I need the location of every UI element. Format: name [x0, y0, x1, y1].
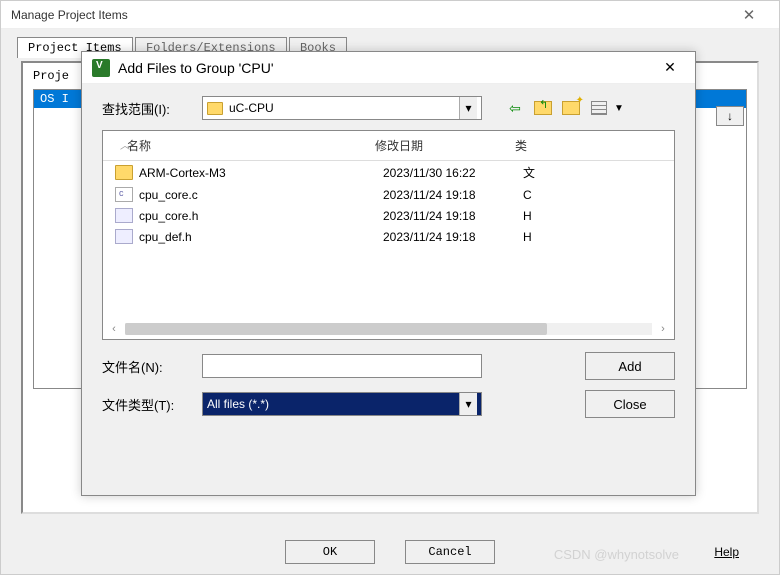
list-item[interactable]: cpu_def.h 2023/11/24 19:18 H — [103, 226, 674, 247]
dialog-close-button[interactable]: ✕ — [655, 59, 685, 76]
file-list-header: ︿ 名称 修改日期 类 — [103, 131, 674, 161]
filetype-label: 文件类型(T): — [102, 395, 192, 414]
manage-project-window: Manage Project Items ✕ Project Items Fol… — [0, 0, 780, 575]
scroll-left-icon[interactable]: ‹ — [107, 323, 121, 335]
list-item[interactable]: cpu_core.c 2023/11/24 19:18 C — [103, 184, 674, 205]
look-in-label: 查找范围(I): — [102, 99, 192, 118]
add-button[interactable]: Add — [585, 352, 675, 380]
list-item[interactable]: ARM-Cortex-M3 2023/11/30 16:22 文 — [103, 161, 674, 184]
filetype-combo[interactable]: All files (*.*) ▾ — [202, 392, 482, 416]
dialog-body: 查找范围(I): uC-CPU ▾ ⇦ ▼ ︿ 名称 — [82, 84, 695, 495]
column-date[interactable]: 修改日期 — [375, 137, 515, 154]
filename-label: 文件名(N): — [102, 357, 192, 376]
cancel-button[interactable]: Cancel — [405, 540, 495, 564]
dialog-title-text: Add Files to Group 'CPU' — [118, 60, 655, 76]
look-in-value: uC-CPU — [229, 101, 459, 115]
back-icon[interactable]: ⇦ — [504, 98, 526, 118]
filename-row: 文件名(N): Add — [102, 352, 675, 380]
horizontal-scrollbar[interactable]: ‹ › — [107, 321, 670, 337]
scroll-right-icon[interactable]: › — [656, 323, 670, 335]
watermark: CSDN @whynotsolve — [554, 547, 679, 562]
list-item[interactable]: cpu_core.h 2023/11/24 19:18 H — [103, 205, 674, 226]
column-type[interactable]: 类 — [515, 137, 662, 154]
nav-icons: ⇦ ▼ — [504, 98, 624, 118]
c-file-icon — [115, 187, 133, 202]
folder-icon — [115, 165, 133, 180]
dialog-titlebar: Add Files to Group 'CPU' ✕ — [82, 52, 695, 84]
outer-close-button[interactable]: ✕ — [729, 6, 769, 24]
chevron-down-icon[interactable]: ▾ — [459, 393, 477, 415]
file-list-area: ︿ 名称 修改日期 类 ARM-Cortex-M3 2023/11/30 16:… — [102, 130, 675, 340]
filename-input[interactable] — [202, 354, 482, 378]
outer-title-text: Manage Project Items — [11, 8, 729, 22]
close-button[interactable]: Close — [585, 390, 675, 418]
h-file-icon — [115, 208, 133, 223]
folder-icon — [207, 102, 223, 115]
view-menu-icon[interactable] — [588, 98, 610, 118]
help-button[interactable]: Help — [714, 545, 739, 560]
up-folder-icon[interactable] — [532, 98, 554, 118]
look-in-combo[interactable]: uC-CPU ▾ — [202, 96, 482, 120]
new-folder-icon[interactable] — [560, 98, 582, 118]
outer-titlebar: Manage Project Items ✕ — [1, 1, 779, 29]
look-in-row: 查找范围(I): uC-CPU ▾ ⇦ ▼ — [102, 96, 675, 120]
view-menu-chevron-icon[interactable]: ▼ — [614, 103, 624, 114]
filetype-value: All files (*.*) — [207, 397, 459, 411]
arrow-down-icon: ↓ — [727, 109, 733, 123]
h-file-icon — [115, 229, 133, 244]
move-down-button[interactable]: ↓ — [716, 106, 744, 126]
column-name[interactable]: 名称 — [115, 137, 375, 154]
scroll-thumb[interactable] — [125, 323, 547, 335]
filetype-row: 文件类型(T): All files (*.*) ▾ Close — [102, 390, 675, 418]
app-icon — [92, 59, 110, 77]
chevron-down-icon[interactable]: ▾ — [459, 97, 477, 119]
file-list[interactable]: ARM-Cortex-M3 2023/11/30 16:22 文 cpu_cor… — [103, 161, 674, 247]
scroll-track[interactable] — [125, 323, 652, 335]
ok-button[interactable]: OK — [285, 540, 375, 564]
add-files-dialog: Add Files to Group 'CPU' ✕ 查找范围(I): uC-C… — [81, 51, 696, 496]
